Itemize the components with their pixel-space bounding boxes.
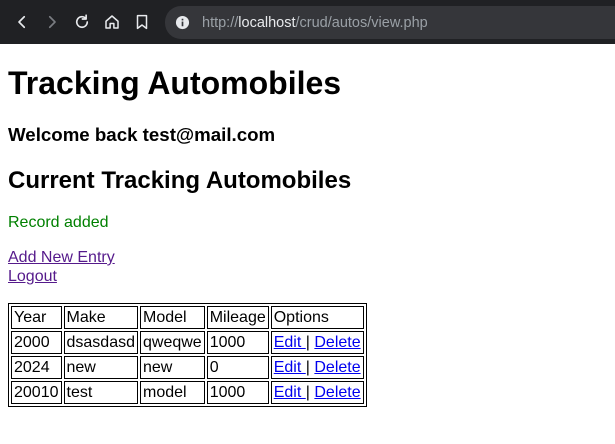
- url-text: http://localhost/crud/autos/view.php: [202, 14, 428, 31]
- delete-link[interactable]: Delete: [314, 359, 360, 376]
- options-separator: |: [305, 334, 310, 351]
- cell-options: Edit | Delete: [270, 331, 364, 354]
- cell-year: 2024: [11, 356, 62, 379]
- edit-link[interactable]: Edit: [274, 334, 306, 351]
- header-options: Options: [270, 306, 364, 329]
- forward-button[interactable]: [38, 8, 66, 36]
- back-button[interactable]: [8, 8, 36, 36]
- cell-year: 2000: [11, 331, 62, 354]
- edit-link[interactable]: Edit: [274, 384, 306, 401]
- cell-model: model: [140, 381, 205, 404]
- forward-arrow-icon: [48, 15, 56, 29]
- home-icon: [105, 15, 119, 29]
- cell-mileage: 1000: [206, 381, 269, 404]
- cell-mileage: 1000: [206, 331, 269, 354]
- cell-make: test: [63, 381, 138, 404]
- page-title: Tracking Automobiles: [8, 65, 342, 101]
- autos-table: Year Make Model Mileage Options 2000 dsa…: [8, 303, 367, 407]
- logout-link[interactable]: Logout: [8, 267, 115, 286]
- cell-make: new: [63, 356, 138, 379]
- delete-link[interactable]: Delete: [314, 384, 360, 401]
- cell-model: qweqwe: [140, 331, 205, 354]
- table-header-row: Year Make Model Mileage Options: [11, 306, 364, 329]
- cell-model: new: [140, 356, 205, 379]
- options-separator: |: [305, 384, 310, 401]
- info-icon[interactable]: [174, 15, 190, 31]
- cell-options: Edit | Delete: [270, 356, 364, 379]
- reload-icon: [75, 14, 89, 29]
- header-model: Model: [140, 306, 205, 329]
- reload-button[interactable]: [68, 8, 96, 36]
- table-row: 2024 new new 0 Edit | Delete: [11, 356, 364, 379]
- edit-link[interactable]: Edit: [274, 359, 306, 376]
- header-make: Make: [63, 306, 138, 329]
- cell-make: dsasdasd: [63, 331, 138, 354]
- section-title: Current Tracking Automobiles: [8, 167, 352, 194]
- options-separator: |: [305, 359, 310, 376]
- cell-mileage: 0: [206, 356, 269, 379]
- header-mileage: Mileage: [206, 306, 269, 329]
- back-arrow-icon: [18, 15, 26, 29]
- table-row: 20010 test model 1000 Edit | Delete: [11, 381, 364, 404]
- bookmark-button[interactable]: [128, 8, 156, 36]
- address-bar[interactable]: http://localhost/crud/autos/view.php: [165, 6, 615, 39]
- cell-options: Edit | Delete: [270, 381, 364, 404]
- welcome-message: Welcome back test@mail.com: [8, 124, 276, 145]
- delete-link[interactable]: Delete: [314, 334, 360, 351]
- add-new-entry-link[interactable]: Add New Entry: [8, 248, 115, 267]
- action-links: Add New Entry Logout: [8, 248, 115, 286]
- cell-year: 20010: [11, 381, 62, 404]
- table-row: 2000 dsasdasd qweqwe 1000 Edit | Delete: [11, 331, 364, 354]
- home-button[interactable]: [98, 8, 126, 36]
- browser-toolbar: http://localhost/crud/autos/view.php: [0, 0, 615, 44]
- flash-message: Record added: [8, 214, 109, 231]
- bookmark-icon: [136, 14, 148, 30]
- header-year: Year: [11, 306, 62, 329]
